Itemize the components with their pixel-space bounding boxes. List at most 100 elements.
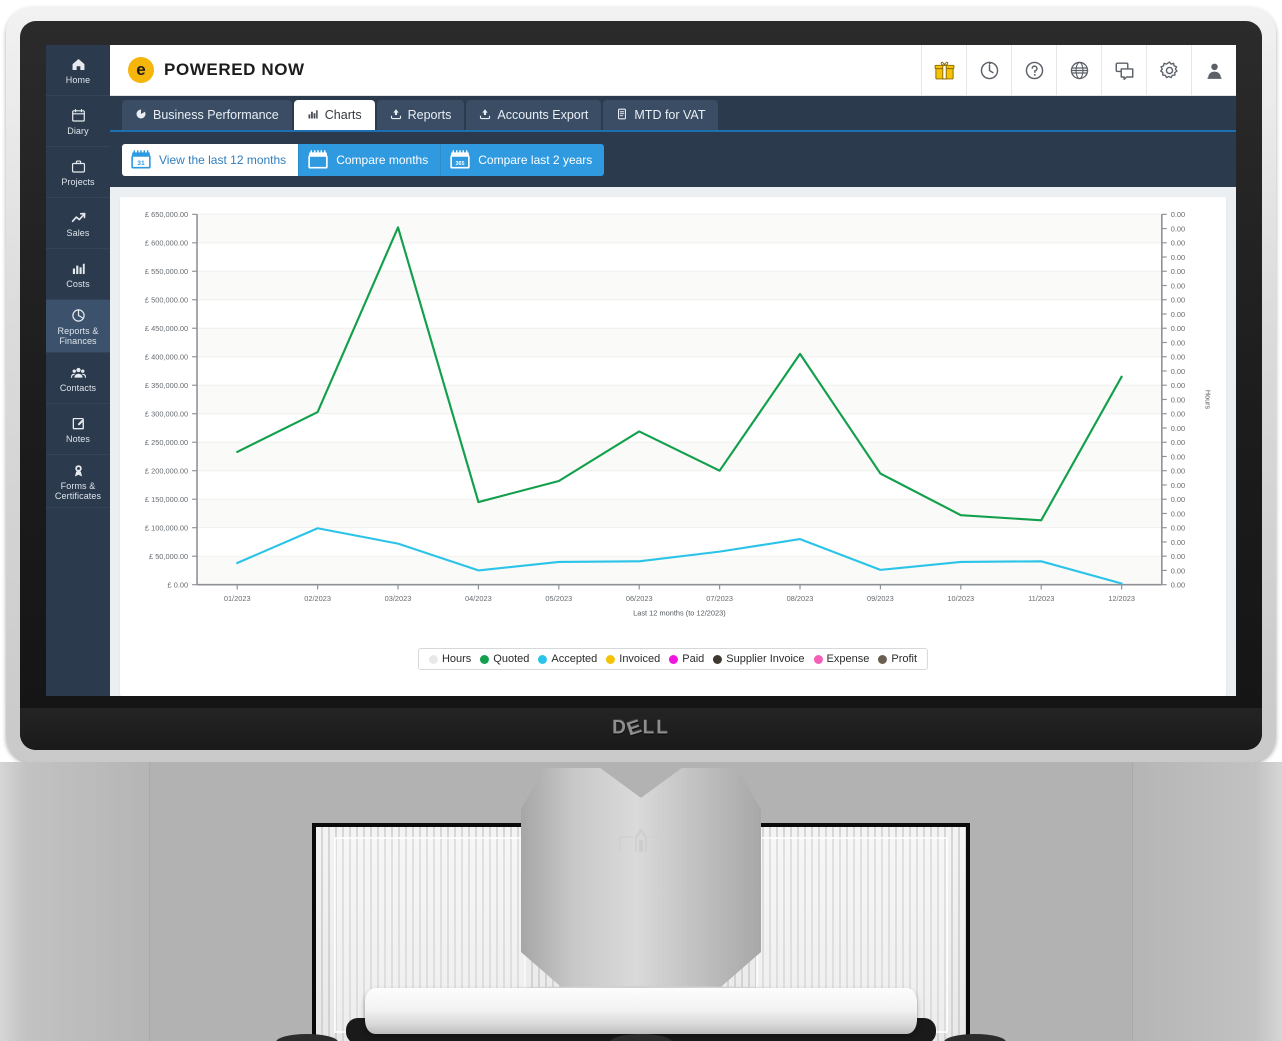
sidebar-item-label: Diary <box>67 125 89 136</box>
brand-name: POWERED NOW <box>164 60 305 79</box>
y-axis-tick-label: £ 350,000.00 <box>145 381 188 390</box>
sidebar-item-sales[interactable]: Sales <box>46 198 110 249</box>
y-axis-tick-label: £ 0.00 <box>168 581 189 590</box>
y2-axis-tick-label: 0.00 <box>1171 353 1185 362</box>
tab-reports[interactable]: Reports <box>376 100 465 130</box>
calendar-icon <box>70 107 87 124</box>
legend-item-paid[interactable]: Paid <box>669 653 704 665</box>
home-icon <box>70 56 87 73</box>
legend-item-expense[interactable]: Expense <box>813 653 869 665</box>
legend-label: Paid <box>682 653 705 665</box>
y2-axis-tick-label: 0.00 <box>1171 524 1185 533</box>
chat-bubbles-icon[interactable] <box>1101 45 1146 95</box>
globe-icon[interactable] <box>1056 45 1101 95</box>
legend-color-swatch <box>480 654 490 664</box>
calendar-icon: 31 <box>131 150 151 169</box>
range-button-compare-last-2-years[interactable]: 365 Compare last 2 years <box>441 143 605 176</box>
y2-axis-tick-label: 0.00 <box>1171 424 1185 433</box>
x-axis-tick-label: 04/2023 <box>465 594 492 603</box>
legend-item-quoted[interactable]: Quoted <box>480 653 529 665</box>
y2-axis-tick-label: 0.00 <box>1171 552 1185 561</box>
left-sidebar: Home Diary Projects Sales Costs Reports & Fin… <box>46 45 110 696</box>
brand-logo: e POWERED NOW <box>110 57 305 83</box>
sidebar-item-label: Forms & Certificates <box>54 480 102 501</box>
y2-axis-tick-label: 0.00 <box>1171 481 1185 490</box>
tab-charts[interactable]: Charts <box>293 100 375 130</box>
gift-icon[interactable] <box>921 45 966 95</box>
gear-icon[interactable] <box>1146 45 1191 95</box>
legend-color-swatch <box>713 654 723 664</box>
main-column: e POWERED NOW Business Performance Charts… <box>110 45 1236 696</box>
y2-axis-tick-label: 0.00 <box>1171 438 1185 447</box>
y2-axis-tick-label: 0.00 <box>1171 267 1185 276</box>
legend-color-swatch <box>813 654 823 664</box>
sidebar-item-notes[interactable]: Notes <box>46 404 110 455</box>
y2-axis-tick-label: 0.00 <box>1171 381 1185 390</box>
legend-color-swatch <box>606 654 616 664</box>
legend-color-swatch <box>878 654 888 664</box>
primary-tab-bar: Business Performance Charts Reports Account… <box>110 96 1236 132</box>
y-axis-tick-label: £ 250,000.00 <box>145 438 188 447</box>
y-axis-tick-label: £ 300,000.00 <box>145 410 188 419</box>
legend-item-hours[interactable]: Hours <box>428 653 472 665</box>
svg-text:365: 365 <box>456 161 465 167</box>
y2-axis-tick-label: 0.00 <box>1171 210 1185 219</box>
x-axis-title: Last 12 months (to 12/2023) <box>633 608 726 617</box>
y2-axis-tick-label: 0.00 <box>1171 495 1185 504</box>
legend-label: Invoiced <box>619 653 661 665</box>
sidebar-item-projects[interactable]: Projects <box>46 147 110 198</box>
sidebar-item-contacts[interactable]: Contacts <box>46 353 110 404</box>
x-axis-tick-label: 12/2023 <box>1108 594 1135 603</box>
refresh-clock-icon[interactable] <box>966 45 1011 95</box>
sidebar-item-costs[interactable]: Costs <box>46 249 110 300</box>
sidebar-item-label: Sales <box>66 227 90 238</box>
y2-axis-tick-label: 0.00 <box>1171 296 1185 305</box>
tab-mtd-for-vat[interactable]: MTD for VAT <box>603 100 719 130</box>
sidebar-item-forms-certificates[interactable]: Forms & Certificates <box>46 455 110 508</box>
y-axis-tick-label: £ 600,000.00 <box>145 239 188 248</box>
tab-label: Charts <box>324 108 362 122</box>
x-axis-tick-label: 07/2023 <box>706 594 733 603</box>
legend-item-accepted[interactable]: Accepted <box>538 653 597 665</box>
x-axis-tick-label: 03/2023 <box>385 594 412 603</box>
legend-item-invoiced[interactable]: Invoiced <box>606 653 660 665</box>
sidebar-item-label: Reports & Finances <box>57 325 99 346</box>
sidebar-item-diary[interactable]: Diary <box>46 96 110 147</box>
note-edit-icon <box>70 415 87 432</box>
x-axis-tick-label: 10/2023 <box>947 594 974 603</box>
chart-toolbar: 31 View the last 12 months Compare months 3… <box>110 132 1236 187</box>
legend-color-swatch <box>538 654 548 664</box>
chart-card: £ 0.00 £ 50,000.00 £ 100,000.00 £ 150,000.0… <box>120 197 1226 696</box>
range-button-view-the-last-12-months[interactable]: 31 View the last 12 months <box>122 143 300 176</box>
legend-item-profit[interactable]: Profit <box>878 653 917 665</box>
svg-text:31: 31 <box>137 160 145 167</box>
legend-item-supplier-invoice[interactable]: Supplier Invoice <box>713 653 805 665</box>
sidebar-item-label: Home <box>65 74 91 85</box>
content-area: £ 0.00 £ 50,000.00 £ 100,000.00 £ 150,000.0… <box>110 187 1236 696</box>
certificate-icon <box>70 462 87 479</box>
tab-accounts-export[interactable]: Accounts Export <box>466 100 602 130</box>
tab-business-performance[interactable]: Business Performance <box>122 100 292 130</box>
x-axis-tick-label: 09/2023 <box>867 594 894 603</box>
y-axis-tick-label: £ 550,000.00 <box>145 267 188 276</box>
application-window: Home Diary Projects Sales Costs Reports & Fin… <box>46 45 1236 696</box>
monitor-brand-strip: DELL <box>20 708 1262 750</box>
y2-axis-tick-label: 0.00 <box>1171 452 1185 461</box>
x-axis-tick-label: 11/2023 <box>1028 594 1054 603</box>
pie-chart-icon <box>135 108 147 123</box>
tab-label: Reports <box>407 108 452 122</box>
y2-axis-tick-label: 0.00 <box>1171 281 1185 290</box>
y2-axis-tick-label: 0.00 <box>1171 467 1185 476</box>
help-question-icon[interactable] <box>1011 45 1056 95</box>
x-axis-tick-label: 05/2023 <box>545 594 572 603</box>
sidebar-item-home[interactable]: Home <box>46 45 110 96</box>
y2-axis-tick-label: 0.00 <box>1171 509 1185 518</box>
download-icon <box>390 108 402 123</box>
y2-axis-tick-label: 0.00 <box>1171 253 1185 262</box>
user-avatar-icon[interactable] <box>1191 45 1236 95</box>
tab-label: MTD for VAT <box>634 108 706 122</box>
screenshot-stage: Home Diary Projects Sales Costs Reports & Fin… <box>0 0 1282 1041</box>
range-button-compare-months[interactable]: Compare months <box>299 143 442 176</box>
sidebar-item-reports-finances[interactable]: Reports & Finances <box>46 300 110 353</box>
legend-label: Hours <box>441 653 472 665</box>
